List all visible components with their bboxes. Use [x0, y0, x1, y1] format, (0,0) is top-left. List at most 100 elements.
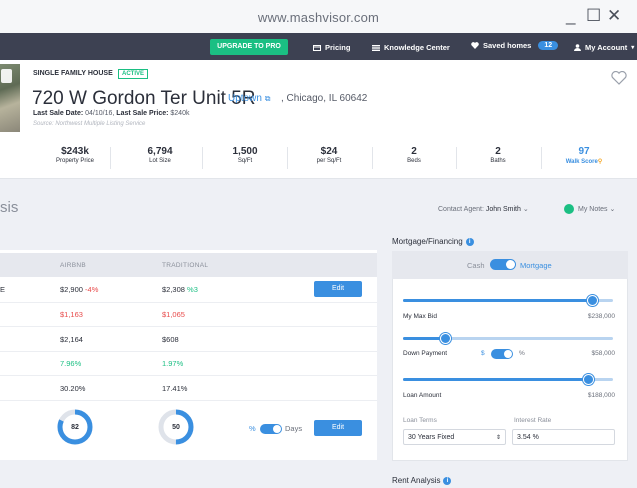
stat-label: Sq/Ft — [237, 158, 253, 164]
max-bid-slider-handle[interactable] — [587, 295, 598, 306]
down-payment-slider-handle[interactable] — [440, 333, 451, 344]
down-payment-unit-toggle[interactable] — [491, 349, 513, 359]
contact-agent-dropdown[interactable]: Contact Agent: John Smith ⌄ — [438, 205, 529, 213]
loan-amount-value: $188,000 — [587, 392, 615, 399]
loan-terms-select[interactable]: 30 Years Fixed ⇕ — [403, 429, 506, 445]
traditional-change: %3 — [187, 285, 198, 294]
stat-sqft: 1,500 Sq/Ft — [205, 146, 285, 164]
status-badge: ACTIVE — [118, 69, 149, 79]
loan-amount-slider-handle[interactable] — [582, 374, 594, 385]
traditional-value: 1.97% — [162, 359, 184, 368]
row-divider — [0, 375, 377, 376]
table-row: $2,308 %3 — [162, 285, 198, 294]
stat-value: $243k — [61, 146, 89, 157]
occupancy-unit-toggle[interactable] — [260, 424, 282, 434]
stat-value: 2 — [411, 146, 417, 157]
property-city: , Chicago, IL 60642 — [281, 93, 368, 104]
divider — [456, 147, 457, 169]
my-notes-dropdown[interactable]: My Notes ⌄ — [578, 205, 615, 213]
upgrade-button[interactable]: UPGRADE TO PRO — [210, 39, 288, 55]
maximize-icon[interactable]: ☐ — [586, 6, 601, 26]
max-bid-slider[interactable] — [403, 299, 613, 302]
pricing-link[interactable]: Pricing — [313, 43, 350, 52]
minimize-icon[interactable]: _ — [566, 6, 575, 26]
pin-icon: ⚲ — [597, 159, 603, 165]
slider-fill — [403, 337, 445, 340]
divider — [541, 147, 542, 169]
mortgage-title: Mortgage/Financing — [392, 237, 463, 246]
stat-label: Lot Size — [149, 158, 171, 164]
saved-count-badge: 12 — [538, 41, 559, 50]
listing-source: Source: Northwest Multiple Listing Servi… — [33, 121, 146, 127]
card-icon — [313, 44, 321, 51]
last-sale-date-label: Last Sale Date: — [33, 110, 84, 117]
chevron-down-icon: ⌄ — [522, 206, 529, 213]
down-payment-slider[interactable] — [403, 337, 613, 340]
airbnb-value: $2,164 — [60, 335, 83, 344]
days-label: Days — [285, 424, 303, 433]
external-link-icon: ⧉ — [264, 94, 271, 103]
stat-walk-score[interactable]: 97 Walk Score⚲ — [544, 146, 624, 165]
column-header-airbnb: AIRBNB — [60, 262, 87, 269]
loan-amount-slider[interactable] — [403, 378, 613, 381]
stat-value: 1,500 — [232, 146, 258, 157]
loan-terms-value: 30 Years Fixed — [408, 434, 455, 441]
saved-homes-link[interactable]: Saved homes 12 — [471, 41, 559, 50]
camera-icon[interactable] — [1, 69, 12, 83]
airbnb-value: 30.20% — [60, 384, 86, 393]
stat-label: Walk Score — [565, 159, 598, 165]
table-row: $2,900 -4% — [60, 285, 98, 294]
row-label: E — [0, 285, 6, 294]
interest-rate-label: Interest Rate — [514, 417, 552, 424]
notes-status-dot — [564, 204, 574, 214]
user-icon — [574, 44, 581, 51]
loan-amount-label: Loan Amount — [403, 392, 442, 399]
stat-value: $24 — [320, 146, 338, 157]
loan-terms-label: Loan Terms — [403, 417, 437, 424]
airbnb-change: -4% — [85, 285, 99, 294]
walk-score-label: Walk Score⚲ — [544, 158, 624, 165]
info-icon[interactable]: i — [465, 237, 474, 246]
slider-fill — [403, 299, 592, 302]
mortgage-section-title: Mortgage/Financing i — [392, 237, 474, 246]
close-icon[interactable]: ✕ — [607, 6, 621, 26]
cash-mortgage-toggle[interactable] — [490, 259, 516, 270]
account-menu[interactable]: My Account ▾ — [574, 43, 634, 52]
down-payment-label: Down Payment — [403, 350, 448, 357]
pricing-label: Pricing — [325, 43, 351, 52]
traditional-value: $608 — [162, 335, 179, 344]
cash-option[interactable]: Cash — [467, 261, 485, 270]
favorite-heart-icon[interactable] — [611, 71, 627, 85]
max-bid-value: $238,000 — [587, 313, 615, 320]
stat-lot-size: 6,794 Lot Size — [120, 146, 200, 164]
chevron-down-icon: ⌄ — [609, 206, 616, 213]
mortgage-option[interactable]: Mortgage — [520, 261, 552, 270]
edit-occupancy-button[interactable]: Edit — [314, 420, 362, 436]
interest-rate-input[interactable]: 3.54 % — [512, 429, 615, 445]
airbnb-occupancy-value: 82 — [71, 424, 79, 431]
traditional-value: 17.41% — [162, 384, 188, 393]
edit-rent-button[interactable]: Edit — [314, 281, 362, 297]
traditional-occupancy-value: 50 — [172, 424, 180, 431]
info-icon[interactable]: i — [443, 476, 452, 485]
last-sale-date: 04/10/16, — [85, 110, 115, 117]
traditional-value: $1,065 — [162, 310, 185, 319]
property-address: 720 W Gordon Ter Unit 5R — [32, 88, 256, 109]
notes-label: My Notes — [578, 206, 608, 213]
traditional-value: $2,308 — [162, 285, 185, 294]
airbnb-value: $2,900 — [60, 285, 83, 294]
airbnb-value: 7.96% — [60, 359, 82, 368]
dollar-option[interactable]: $ — [481, 350, 485, 357]
last-sale-price: $240k — [170, 110, 190, 117]
down-payment-value: $58,000 — [591, 350, 616, 357]
url-bar[interactable]: www.mashvisor.com — [0, 10, 637, 25]
stat-beds: 2 Beds — [374, 146, 454, 164]
stat-baths: 2 Baths — [458, 146, 538, 164]
stat-label: Beds — [407, 158, 421, 164]
chevron-down-icon: ▾ — [631, 45, 635, 51]
knowledge-center-link[interactable]: Knowledge Center — [372, 43, 450, 52]
neighborhood-link[interactable]: Uptown ⧉ — [228, 93, 270, 104]
airbnb-value: $1,163 — [60, 310, 83, 319]
percent-option[interactable]: % — [519, 350, 525, 357]
row-divider — [0, 351, 377, 352]
